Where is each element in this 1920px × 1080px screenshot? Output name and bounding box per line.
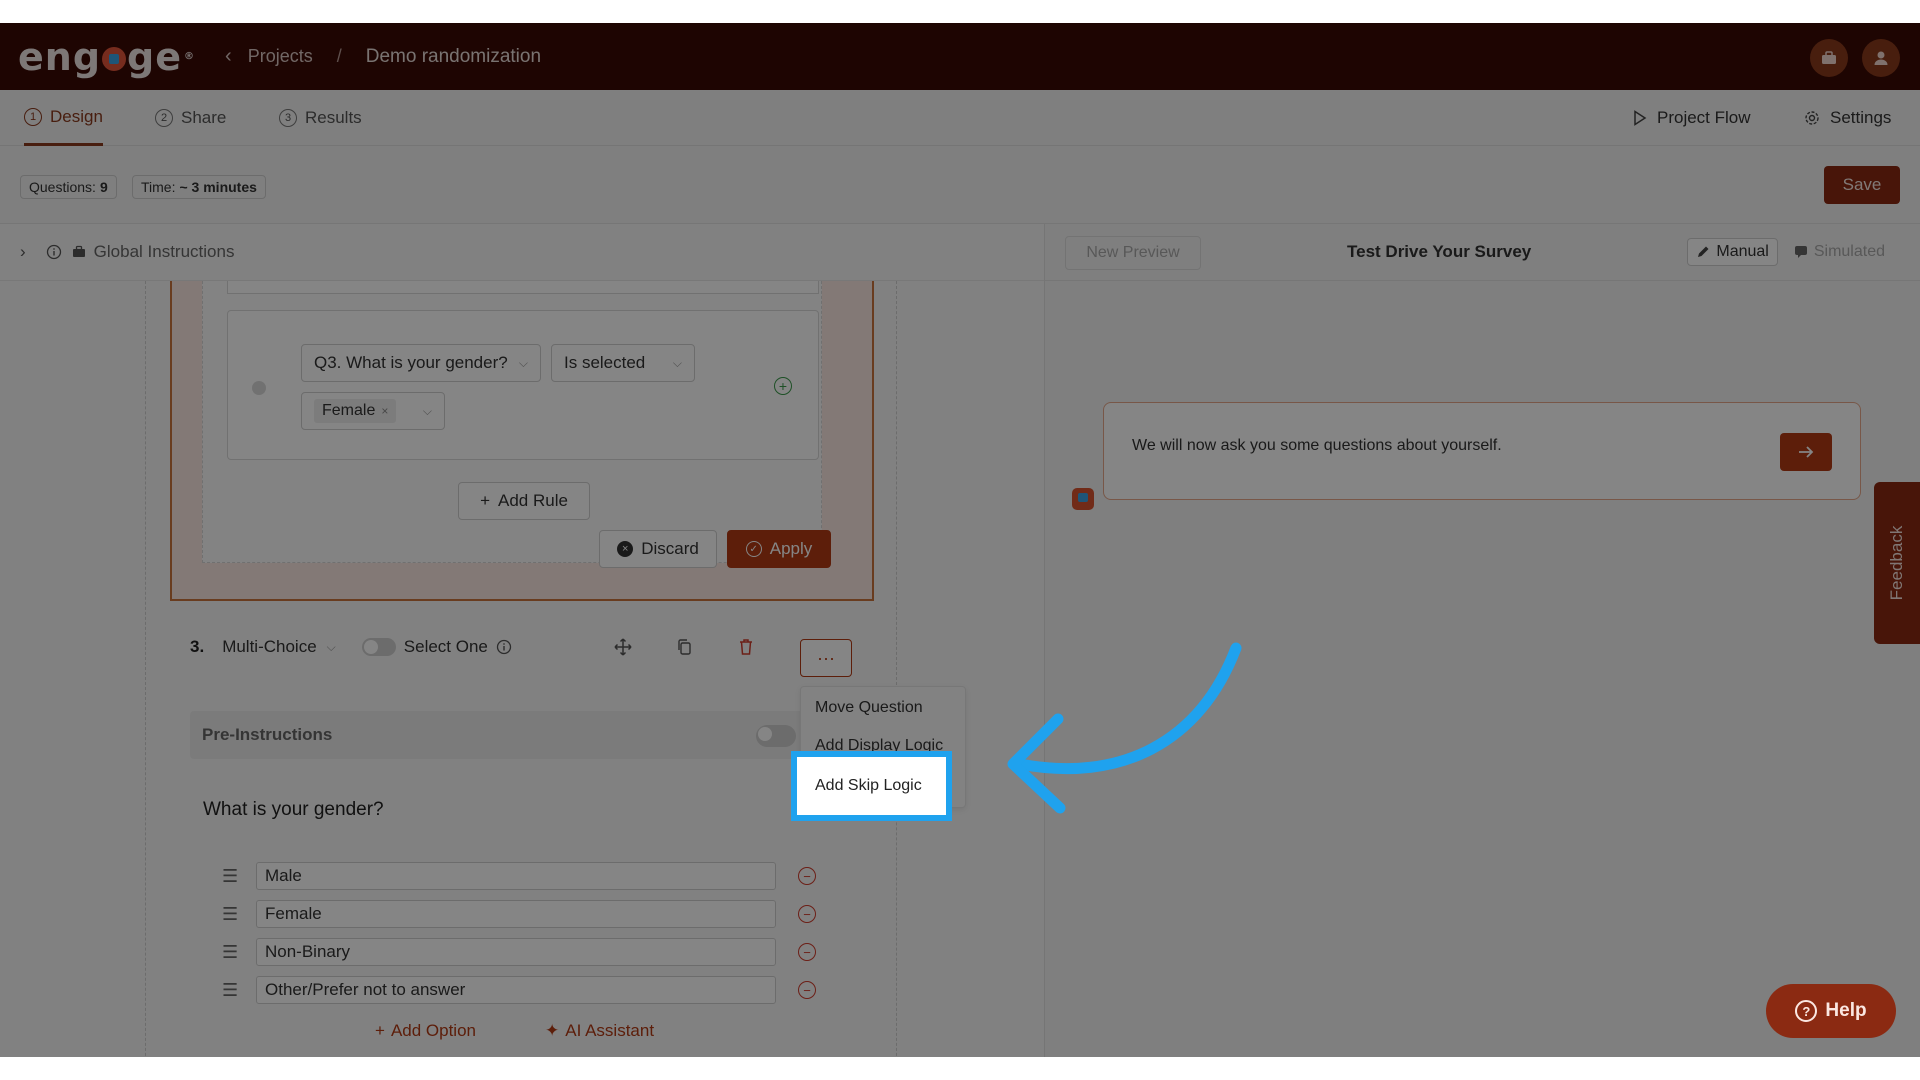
annotation-arrow: [1007, 642, 1242, 814]
app-page: eng ge ® ‹ Projects / Demo randomization 1…: [0, 23, 1920, 1057]
